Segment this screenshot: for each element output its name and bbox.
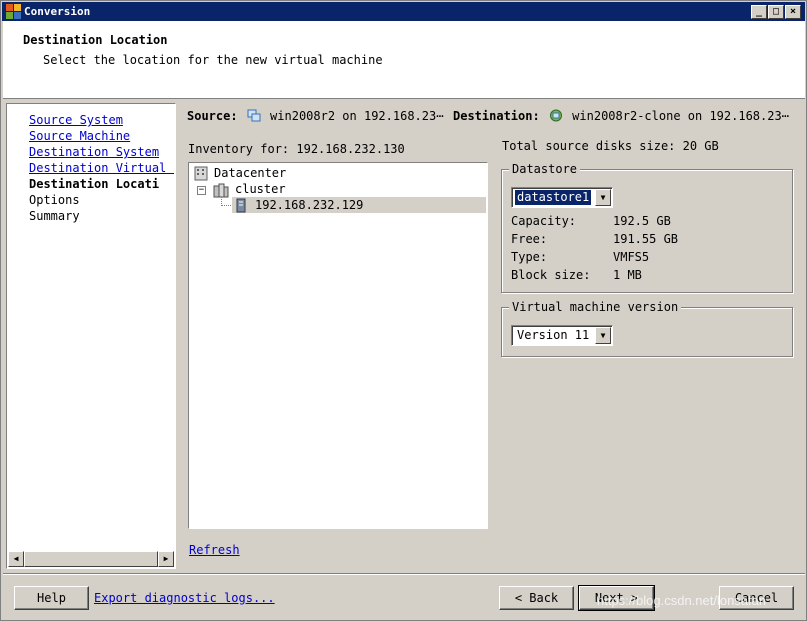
- wizard-steps-nav: Source System Source Machine Destination…: [6, 103, 176, 569]
- scroll-left-arrow-icon[interactable]: ◀: [8, 551, 24, 567]
- scroll-thumb[interactable]: [24, 551, 158, 567]
- maximize-button[interactable]: □: [768, 5, 784, 19]
- tree-node-datacenter[interactable]: Datacenter: [214, 165, 286, 181]
- destination-value: win2008r2-clone on 192.168.23⋯: [572, 109, 789, 123]
- inventory-tree[interactable]: Datacenter − cluster 192.168.232.129: [188, 162, 488, 529]
- capacity-label: Capacity:: [511, 214, 577, 228]
- app-icon: [6, 4, 21, 19]
- type-value: VMFS5: [613, 250, 650, 264]
- scroll-right-arrow-icon[interactable]: ▶: [158, 551, 174, 567]
- capacity-value: 192.5 GB: [613, 214, 671, 228]
- block-size-value: 1 MB: [613, 268, 642, 282]
- free-label: Free:: [511, 232, 548, 246]
- host-server-icon: [236, 198, 246, 213]
- close-button[interactable]: ×: [785, 5, 801, 19]
- back-button[interactable]: < Back: [499, 586, 574, 610]
- vm-version-group: Virtual machine version Version 11 ▼: [501, 300, 793, 357]
- vm-version-select[interactable]: Version 11 ▼: [511, 325, 613, 346]
- footer-separator: [3, 573, 805, 575]
- page-subtitle: Select the location for the new virtual …: [43, 53, 383, 67]
- source-summary: Source: win2008r2 on 192.168.23⋯: [187, 109, 443, 123]
- watermark: https://blog.csdn.net/lonsafan: [597, 593, 767, 608]
- type-label: Type:: [511, 250, 548, 264]
- collapse-toggle-icon[interactable]: −: [197, 186, 206, 195]
- refresh-link[interactable]: Refresh: [189, 543, 240, 557]
- destination-summary: Destination: win2008r2-clone on 192.168.…: [453, 109, 789, 123]
- block-size-label: Block size:: [511, 268, 591, 282]
- nav-item-destination-virtual-machine[interactable]: Destination Virtual M: [29, 160, 174, 176]
- title-bar[interactable]: Conversion _ □ ×: [2, 2, 805, 21]
- datastore-selected-value: datastore1: [513, 189, 593, 206]
- help-button[interactable]: Help: [14, 586, 89, 610]
- chevron-down-icon[interactable]: ▼: [595, 327, 611, 344]
- datacenter-icon: [194, 166, 208, 181]
- inventory-label: Inventory for: 192.168.232.130: [188, 142, 405, 156]
- vm-icon: [247, 109, 261, 122]
- vm-version-selected-value: Version 11: [517, 328, 590, 342]
- source-label: Source:: [187, 109, 238, 123]
- destination-label: Destination:: [453, 109, 540, 123]
- tree-node-cluster[interactable]: cluster: [235, 181, 286, 197]
- nav-item-summary: Summary: [29, 209, 80, 223]
- nav-item-destination-system[interactable]: Destination System: [29, 144, 174, 160]
- nav-horizontal-scrollbar[interactable]: ◀ ▶: [8, 551, 174, 567]
- datastore-select[interactable]: datastore1 ▼: [511, 187, 613, 208]
- datastore-group-label: Datastore: [509, 162, 581, 176]
- export-diagnostic-logs-link[interactable]: Export diagnostic logs...: [94, 591, 275, 605]
- nav-item-destination-location: Destination Locati: [29, 177, 160, 191]
- free-value: 191.55 GB: [613, 232, 679, 246]
- minimize-button[interactable]: _: [751, 5, 767, 19]
- vm-clone-icon: [549, 109, 562, 122]
- window-title: Conversion: [24, 5, 91, 18]
- datastore-group: Datastore datastore1 ▼ Capacity: 192.5 G…: [501, 162, 793, 293]
- page-header: Destination Location Select the location…: [3, 21, 805, 99]
- tree-node-host[interactable]: 192.168.232.129: [255, 197, 363, 213]
- vm-version-group-label: Virtual machine version: [509, 300, 682, 314]
- nav-item-source-system[interactable]: Source System: [29, 112, 174, 128]
- source-value: win2008r2 on 192.168.23⋯: [270, 109, 444, 123]
- conversion-window: Conversion _ □ × Destination Location Se…: [0, 0, 807, 621]
- cluster-icon: [213, 183, 229, 198]
- page-title: Destination Location: [23, 33, 168, 47]
- nav-item-source-machine[interactable]: Source Machine: [29, 128, 174, 144]
- nav-item-options: Options: [29, 193, 80, 207]
- chevron-down-icon[interactable]: ▼: [595, 189, 611, 206]
- total-disk-size: Total source disks size: 20 GB: [502, 139, 719, 153]
